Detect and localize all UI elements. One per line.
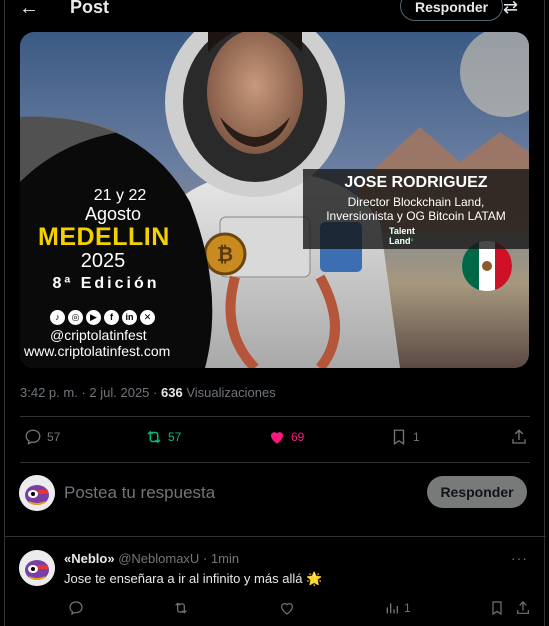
event-city: MEDELLIN bbox=[38, 223, 170, 251]
divider bbox=[20, 416, 530, 417]
repost-action[interactable]: 57 bbox=[145, 428, 181, 446]
share-action[interactable] bbox=[510, 428, 528, 446]
reply-icon bbox=[25, 429, 41, 445]
reply-reply-action[interactable] bbox=[68, 600, 84, 616]
reply-composer: Postea tu respuesta Responder bbox=[19, 474, 533, 514]
repost-count: 57 bbox=[168, 430, 182, 444]
meta-separator-2: · bbox=[153, 385, 158, 400]
facebook-icon: f bbox=[104, 310, 119, 325]
reply-time[interactable]: 1min bbox=[211, 551, 239, 566]
more-options-icon[interactable]: ··· bbox=[511, 550, 528, 566]
tiktok-icon: ♪ bbox=[50, 310, 65, 325]
event-date: 21 y 22 bbox=[93, 187, 147, 204]
user-avatar-icon bbox=[19, 550, 55, 586]
twitter-icon: ✕ bbox=[140, 310, 155, 325]
reply-submit-button[interactable]: Responder bbox=[427, 476, 527, 508]
sliders-icon[interactable]: ⇄ bbox=[503, 0, 518, 18]
post-image[interactable]: ₿ 21 y 22 Agosto MEDELLIN 2025 8ª Edició… bbox=[20, 32, 529, 368]
talent-land-line1: Talent bbox=[389, 226, 415, 236]
youtube-icon: ▶ bbox=[86, 310, 101, 325]
repost-icon bbox=[175, 602, 187, 614]
divider bbox=[5, 536, 546, 537]
share-icon bbox=[512, 429, 526, 444]
divider bbox=[20, 462, 530, 463]
reply-views-action[interactable]: 1 bbox=[384, 600, 411, 616]
reply-share-action[interactable] bbox=[515, 600, 531, 616]
bookmark-action[interactable]: 1 bbox=[390, 428, 420, 446]
speaker-name: JOSE RODRIGUEZ bbox=[344, 174, 488, 191]
bookmark-icon bbox=[393, 429, 405, 446]
views-count: 636 bbox=[161, 385, 183, 400]
reply-text: Jose te enseñara a ir al infinito y más … bbox=[64, 571, 323, 586]
reply-author-handle[interactable]: @NeblomaxU bbox=[118, 551, 199, 566]
share-icon bbox=[517, 601, 529, 614]
page-title: Post bbox=[70, 0, 110, 17]
avatar[interactable] bbox=[19, 475, 55, 511]
bookmark-count: 1 bbox=[413, 430, 420, 444]
reply-author-name[interactable]: «Neblo» bbox=[64, 551, 115, 566]
post-column: ← Post Responder ⇄ ₿ 21 y 22 Agosto MEDE… bbox=[4, 0, 546, 626]
heart-icon bbox=[271, 432, 283, 444]
views-icon bbox=[386, 603, 398, 614]
bookmark-icon bbox=[492, 601, 502, 616]
reply-like-action[interactable] bbox=[279, 600, 295, 616]
event-overlay: 21 y 22 Agosto MEDELLIN 2025 8ª Edición … bbox=[20, 32, 529, 368]
arrow-left-icon[interactable]: ← bbox=[19, 0, 39, 20]
instagram-icon: ◎ bbox=[68, 310, 83, 325]
talent-land-logo: Talent Land° bbox=[389, 226, 415, 246]
event-month: Agosto bbox=[84, 204, 142, 224]
reply-bookmark-action[interactable] bbox=[489, 600, 505, 616]
event-website: www.criptolatinfest.com bbox=[24, 343, 171, 359]
reply-repost-action[interactable] bbox=[173, 600, 189, 616]
user-avatar-icon bbox=[19, 475, 55, 511]
views-label: Visualizaciones bbox=[186, 385, 276, 400]
post-time[interactable]: 3:42 p. m. bbox=[20, 385, 78, 400]
post-actions: 57 57 69 1 bbox=[20, 428, 530, 450]
reply-count: 57 bbox=[47, 430, 61, 444]
event-year: 2025 bbox=[80, 250, 126, 272]
event-edition: 8ª Edición bbox=[52, 275, 160, 292]
talent-land-line2: Land bbox=[389, 236, 411, 246]
reply-icon bbox=[69, 601, 83, 616]
reply-views-count: 1 bbox=[404, 601, 411, 615]
post-date[interactable]: 2 jul. 2025 bbox=[89, 385, 149, 400]
reply-action[interactable]: 57 bbox=[24, 428, 60, 446]
speaker-role-line2: Inversionista y OG Bitcoin LATAM bbox=[326, 209, 506, 223]
linkedin-icon: in bbox=[122, 310, 137, 325]
meta-separator: · bbox=[81, 385, 86, 400]
like-count: 69 bbox=[291, 430, 305, 444]
reply-header: «Neblo» @NeblomaxU · 1min bbox=[64, 551, 239, 566]
post-meta: 3:42 p. m. · 2 jul. 2025 · 636 Visualiza… bbox=[20, 385, 276, 400]
reply-input[interactable]: Postea tu respuesta bbox=[64, 483, 215, 503]
social-icons: ♪ ◎ ▶ f in ✕ bbox=[50, 310, 155, 325]
heart-outline-icon bbox=[281, 603, 293, 615]
speaker-role-line1: Director Blockchain Land, bbox=[347, 195, 485, 209]
like-action[interactable]: 69 bbox=[268, 428, 304, 446]
reply-separator: · bbox=[202, 551, 208, 566]
reply-actions: 1 bbox=[19, 600, 533, 618]
repost-icon bbox=[147, 430, 161, 444]
top-bar: ← Post Responder ⇄ bbox=[5, 0, 546, 21]
event-handle: @criptolatinfest bbox=[50, 327, 147, 343]
avatar[interactable] bbox=[19, 550, 55, 586]
reply-button-top[interactable]: Responder bbox=[400, 0, 504, 21]
